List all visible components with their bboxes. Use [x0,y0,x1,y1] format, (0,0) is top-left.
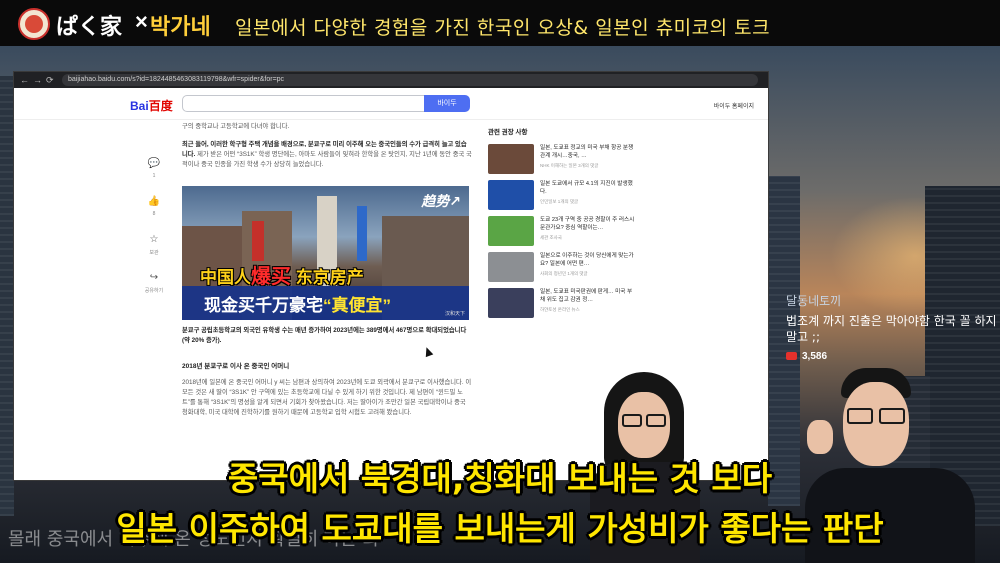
news-title: 일본, 도쿄표 정교의 미국 부채 항공 분쟁 관계 개시…중국, … [540,145,634,159]
news-meta: 사회의 청년민 1개의 댓글 [540,271,588,276]
channel-name-jp: ぱく家 [56,15,123,40]
news-title: 일본 도쿄에서 규모 4.1의 지진이 발생했다. [540,181,633,195]
news-item[interactable]: 일본, 도쿄표 정교의 미국 부채 항공 분쟁 관계 개시…중국, … NHK 이… [488,144,638,180]
subtitle-line-1: 중국에서 북경대,칭화대 보내는 것 보다 [227,459,773,498]
back-icon[interactable]: ← [20,75,29,85]
glasses [646,414,666,427]
article-hero-image: 趋势↗ 中国人爆买 东京房产 现金买千万豪宅“真便宜” 汉和天下 [182,186,469,320]
live-chat-message: 달동네토끼 법조계 까지 진출은 막아야함 한국 꼴 하지말고 ;; 3,586 [786,292,1000,362]
hero-text-red: 爆买 [251,266,291,288]
article-subheading: 2018년 분쿄구로 이사 온 중국인 어머니 [182,363,290,370]
reload-icon[interactable]: ⟳ [46,75,54,86]
news-item[interactable]: 일본 도쿄에서 규모 4.1의 지진이 발생했다. 인민일보 1개의 댓글 [488,180,638,216]
donation-icon [786,352,797,360]
article-text: 제가 받은 어떤 “3S1K” 학생 명단에는, 아마도 사람들이 잊혀라 한학… [182,151,472,168]
news-thumbnail [488,288,534,318]
glasses [879,408,905,424]
channel-description: 일본에서 다양한 경험을 가진 한국인 오상& 일본인 츄미코의 토크 [235,17,771,39]
forward-icon[interactable]: → [33,75,42,85]
hand [807,420,833,454]
news-thumbnail [488,252,534,282]
channel-separator: × [135,9,148,34]
news-meta: NHK 이해하는 일본 3개의 댓글 [540,163,599,168]
news-item[interactable]: 도쿄 23개 구역 중 공공 경찰이 주 러스시문관가요? 중심 역할이는… 세관… [488,216,638,252]
thumbs-up-icon: 👍 [147,196,161,207]
news-title: 일본으로 이주하는 것이 당신에게 맞는가요? 일본에 어떤 편… [540,253,634,267]
hero-text: 中国人 [200,268,251,287]
news-meta: 인민일보 1개의 댓글 [540,199,579,204]
baidu-logo-text-red: 百度 [148,99,173,113]
address-bar[interactable]: baijiahao.baidu.com/s?id=182448546308311… [62,74,758,86]
related-sidebar: 관련 권장 사항 일본, 도쿄표 정교의 미국 부채 항공 분쟁 관계 개시…중… [488,126,638,324]
news-thumbnail [488,216,534,246]
hero-sign [357,206,367,261]
search-input[interactable] [182,95,426,112]
baidu-logo[interactable]: Bai百度 [130,97,173,114]
hero-headline-1: 中国人爆买 东京房产 [200,260,364,289]
news-item[interactable]: 일본, 도쿄표 미국판권에 판게… 미국 부채 위도 집고 감권 정… 하얀토성 … [488,288,638,324]
hero-sign [252,221,264,261]
hero-text: 东京房产 [295,268,364,287]
news-title: 일본, 도쿄표 미국판권에 판게… 미국 부채 위도 집고 감권 정… [540,289,633,303]
article-paragraph: 2018년에 일본에 온 중국인 어머니 y 씨는 남편과 상의하여 2023년… [182,379,472,416]
comment-count: 1 [152,173,156,179]
like-action[interactable]: 👍 8 [144,196,164,234]
chat-donation: 3,586 [786,351,1000,362]
star-icon: ☆ [149,234,159,245]
search-button[interactable]: 바이두 [424,95,470,112]
building [0,76,14,516]
chat-text: 법조계 까지 진출은 막아야함 한국 꼴 하지말고 ;; [786,314,997,344]
news-title: 도쿄 23개 구역 중 공공 경찰이 주 러스시문관가요? 중심 역할이는… [540,217,635,231]
like-count: 8 [152,211,156,217]
news-meta: 세관 조사국 [540,235,562,240]
favorite-action[interactable]: ☆ 보관 [144,234,164,272]
news-meta: 하얀토성 온라인 뉴스 [540,307,580,312]
comment-icon: 💬 [147,158,161,169]
share-label: 공유하기 [144,288,164,294]
hero-watermark: 汉和天下 [444,311,465,317]
glasses [622,414,642,427]
channel-name-kr: 박가네 [150,15,211,40]
news-thumbnail [488,144,534,174]
article-paragraph: 분쿄구 공립초등학교의 외국인 유학생 수는 매년 증가하여 2023년에는 3… [182,327,467,344]
channel-header: ぱく家 × 박가네 일본에서 다양한 경험을 가진 한국인 오상& 일본인 츄미… [0,0,1000,46]
news-item[interactable]: 일본으로 이주하는 것이 당신에게 맞는가요? 일본에 어떤 편… 사회의 청년민… [488,252,638,288]
hero-text-yellow: “真便宜” [323,296,391,315]
donation-amount: 3,586 [802,351,828,362]
subtitle-line-2: 일본 이주하여 도쿄대를 보내는게 가성비가 좋다는 판단 [116,509,884,548]
share-icon: ↪ [149,272,159,283]
baidu-logo-text: Bai [130,99,149,113]
glasses [847,408,873,424]
baidu-header: Bai百度 바이두 바이두 홈페이지 [14,88,768,120]
chat-username: 달동네토끼 [786,294,842,308]
browser-toolbar: ← → ⟳ baijiahao.baidu.com/s?id=182448546… [14,72,768,88]
hero-trend-tag: 趋势↗ [421,193,461,209]
share-action[interactable]: ↪ 공유하기 [144,272,164,310]
hero-text: 现金买千万豪宅 [204,296,323,315]
mouse-cursor [422,345,434,358]
sidebar-title: 관련 권장 사항 [488,129,528,136]
news-thumbnail [488,180,534,210]
top-links[interactable]: 바이두 홈페이지 [714,101,754,110]
hero-headline-2: 现金买千万豪宅“真便宜” [182,286,469,320]
channel-logo [18,8,50,40]
article-paragraph: 구의 중학교나 고등학교에 다녀야 합니다. [182,123,290,130]
favorite-label: 보관 [149,250,159,256]
comment-action[interactable]: 💬 1 [144,158,164,196]
article-actions: 💬 1 👍 8 ☆ 보관 ↪ 공유하기 [144,158,164,310]
article-paragraph: 최근 들어, 이러한 학구형 주택 개념을 배경으로, 분쿄구로 미리 이주해 … [182,140,472,170]
